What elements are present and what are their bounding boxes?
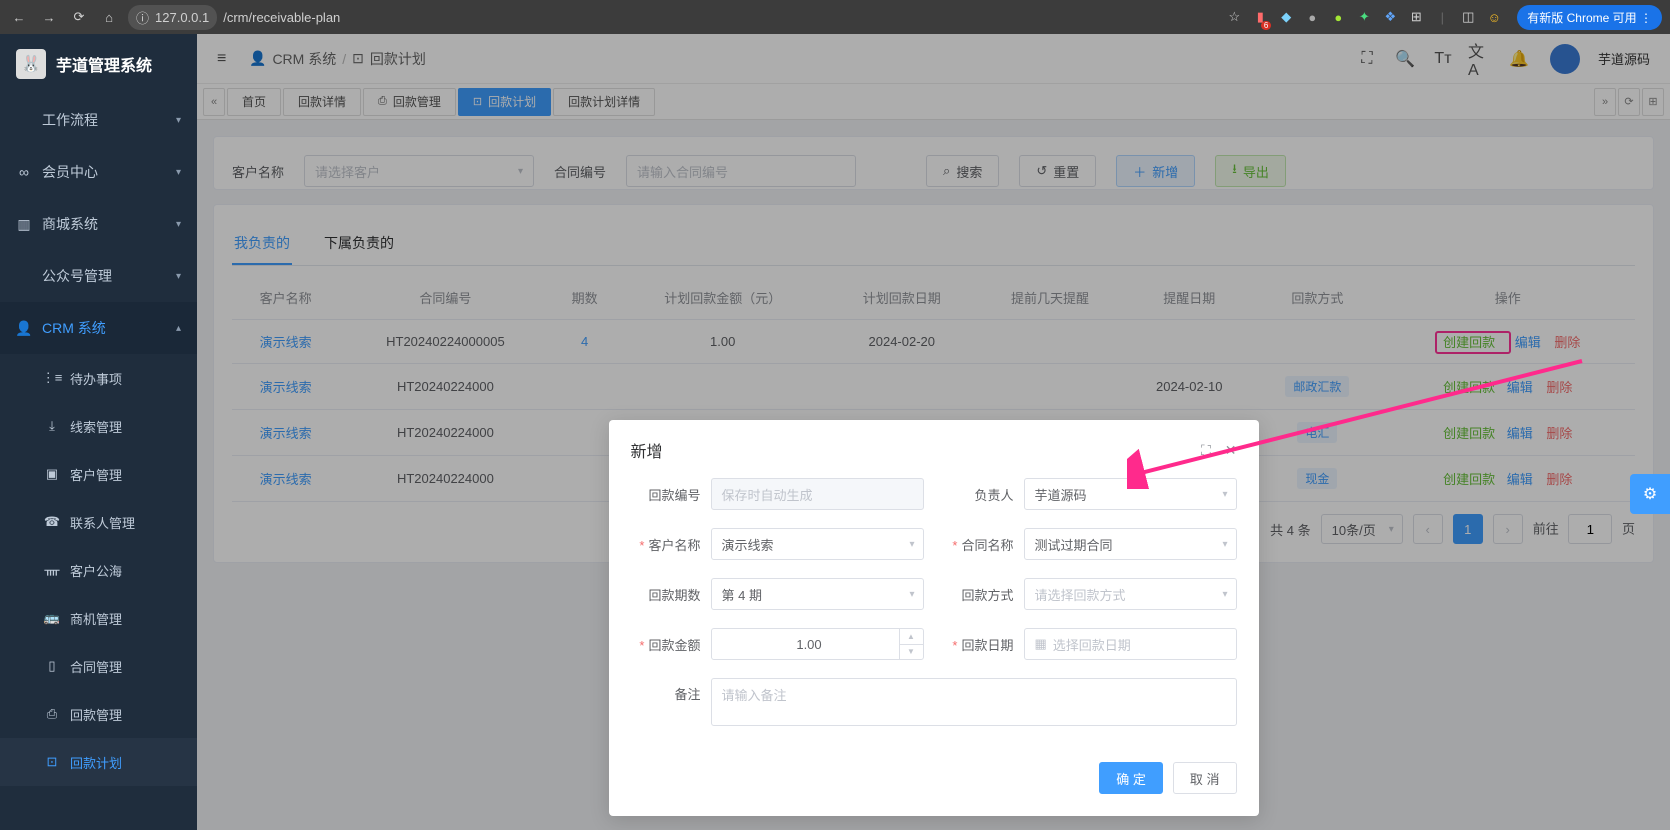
main: ≡ 👤 CRM 系统 / ⊡ 回款计划 ⛶ 🔍 Tт 文A 🔔 芋道源码 « 首… [197, 34, 1670, 830]
sidebar-item-todo[interactable]: ⋮≡待办事项 [0, 354, 197, 402]
app-title: 芋道管理系统 [56, 52, 152, 76]
nav: 工作流程▾ ∞会员中心▾ ▥商城系统▾ 公众号管理▾ 👤CRM 系统▴ ⋮≡待办… [0, 94, 197, 830]
field-date-picker[interactable]: ▦选择回款日期 [1024, 628, 1237, 660]
chevron-down-icon: ▾ [176, 219, 181, 230]
chevron-down-icon: ▾ [909, 539, 914, 550]
diamond-icon[interactable]: ◆ [1277, 8, 1295, 26]
leaf-icon[interactable]: ✦ [1355, 8, 1373, 26]
receivable-icon: ⎙ [44, 706, 60, 722]
field-customer-select[interactable]: 演示线索▾ [711, 528, 924, 560]
workflow-icon [16, 112, 32, 128]
field-no-input: 保存时自动生成 [711, 478, 924, 510]
info-icon: ⓘ [136, 8, 149, 27]
chevron-down-icon: ▾ [909, 589, 914, 600]
url-path: /crm/receivable-plan [223, 10, 340, 25]
stack-icon[interactable]: ❖ [1381, 8, 1399, 26]
divider-icon: | [1433, 8, 1451, 26]
sidebar-group-wechat[interactable]: 公众号管理▾ [0, 250, 197, 302]
field-customer-label: 客户名称 [631, 535, 711, 554]
browser-chrome: ← → ⟳ ⌂ ⓘ 127.0.0.1 /crm/receivable-plan… [0, 0, 1670, 34]
modal-ok-button[interactable]: 确 定 [1099, 762, 1163, 794]
back-icon[interactable]: ← [8, 6, 30, 28]
field-no-label: 回款编号 [631, 485, 711, 504]
chevron-down-icon: ▾ [176, 115, 181, 126]
modal-title: 新增 [631, 438, 663, 462]
contract-icon: ▯ [44, 658, 60, 674]
sidebar-item-lead[interactable]: ⤓线索管理 [0, 402, 197, 450]
sidebar-item-receivable[interactable]: ⎙回款管理 [0, 690, 197, 738]
field-contract-select[interactable]: 测试过期合同▾ [1024, 528, 1237, 560]
dot2-icon[interactable]: ● [1329, 8, 1347, 26]
field-remark-label: 备注 [631, 678, 711, 703]
modal-header: 新增 ⛶ ✕ [609, 420, 1259, 472]
plan-icon: ⊡ [44, 754, 60, 770]
sidebar-group-shop[interactable]: ▥商城系统▾ [0, 198, 197, 250]
field-method-label: 回款方式 [944, 585, 1024, 604]
field-owner-select[interactable]: 芋道源码▾ [1024, 478, 1237, 510]
field-amount-input[interactable]: 1.00 ▲ ▼ [711, 628, 924, 660]
sidebar-item-contact[interactable]: ☎联系人管理 [0, 498, 197, 546]
field-method-select[interactable]: 请选择回款方式▾ [1024, 578, 1237, 610]
modal-footer: 确 定 取 消 [609, 750, 1259, 816]
chevron-up-icon: ▴ [176, 323, 181, 334]
sidebar-group-workflow[interactable]: 工作流程▾ [0, 94, 197, 146]
wechat-icon [16, 268, 32, 284]
field-owner-label: 负责人 [944, 485, 1024, 504]
field-period-select[interactable]: 第 4 期▾ [711, 578, 924, 610]
shop-icon: ▥ [16, 216, 32, 232]
person-icon: 👤 [16, 320, 32, 336]
settings-gear-button[interactable]: ⚙ [1630, 474, 1670, 514]
add-modal: 新增 ⛶ ✕ 回款编号 保存时自动生成 负责人 芋道源码▾ [609, 420, 1259, 816]
panel-icon[interactable]: ◫ [1459, 8, 1477, 26]
chevron-down-icon: ▾ [1222, 539, 1227, 550]
field-amount-label: 回款金额 [631, 635, 711, 654]
home-icon[interactable]: ⌂ [98, 6, 120, 28]
sidebar-item-opportunity[interactable]: 🚌商机管理 [0, 594, 197, 642]
logo-icon: 🐰 [16, 49, 46, 79]
puzzle-icon[interactable]: ⊞ [1407, 8, 1425, 26]
fullscreen-icon[interactable]: ⛶ [1201, 442, 1211, 459]
modal-cancel-button[interactable]: 取 消 [1173, 762, 1237, 794]
reload-icon[interactable]: ⟳ [68, 6, 90, 28]
forward-icon[interactable]: → [38, 6, 60, 28]
opportunity-icon: 🚌 [44, 610, 60, 626]
url-bar[interactable]: ⓘ 127.0.0.1 /crm/receivable-plan [128, 5, 340, 30]
field-period-label: 回款期数 [631, 585, 711, 604]
chevron-down-icon: ▾ [176, 271, 181, 282]
lead-icon: ⤓ [44, 418, 60, 434]
gear-icon: ⚙ [1643, 484, 1657, 504]
chevron-down-icon: ▾ [176, 167, 181, 178]
close-icon[interactable]: ✕ [1225, 442, 1237, 459]
chrome-update-button[interactable]: 有新版 Chrome 可用 ⋮ [1517, 5, 1662, 30]
customer-icon: ▣ [44, 466, 60, 482]
contact-icon: ☎ [44, 514, 60, 530]
url-host: 127.0.0.1 [155, 10, 209, 25]
modal-body: 回款编号 保存时自动生成 负责人 芋道源码▾ 客户名称 演示线索▾ 合同名称 [609, 472, 1259, 750]
sidebar-item-pool[interactable]: ᚄ客户公海 [0, 546, 197, 594]
field-contract-label: 合同名称 [944, 535, 1024, 554]
member-icon: ∞ [16, 164, 32, 180]
dot1-icon[interactable]: ● [1303, 8, 1321, 26]
face-icon[interactable]: ☺ [1485, 8, 1503, 26]
field-remark-textarea[interactable]: 请输入备注 [711, 678, 1237, 726]
field-date-label: 回款日期 [944, 635, 1024, 654]
pool-icon: ᚄ [44, 562, 60, 578]
sidebar-item-customer[interactable]: ▣客户管理 [0, 450, 197, 498]
star-icon[interactable]: ☆ [1225, 8, 1243, 26]
ext-badge-icon[interactable]: ▮ 6 [1251, 8, 1269, 26]
sidebar-group-crm[interactable]: 👤CRM 系统▴ [0, 302, 197, 354]
calendar-icon: ▦ [1035, 636, 1047, 652]
sidebar-item-contract[interactable]: ▯合同管理 [0, 642, 197, 690]
sidebar-group-member[interactable]: ∞会员中心▾ [0, 146, 197, 198]
sidebar-header: 🐰 芋道管理系统 [0, 34, 197, 94]
chevron-down-icon: ▾ [1222, 589, 1227, 600]
stepper-up-icon[interactable]: ▲ [900, 629, 923, 645]
chevron-down-icon: ▾ [1222, 489, 1227, 500]
sidebar-item-plan[interactable]: ⊡回款计划 [0, 738, 197, 786]
sidebar: 🐰 芋道管理系统 工作流程▾ ∞会员中心▾ ▥商城系统▾ 公众号管理▾ 👤CRM… [0, 34, 197, 830]
todo-icon: ⋮≡ [44, 370, 60, 386]
stepper-down-icon[interactable]: ▼ [900, 645, 923, 660]
